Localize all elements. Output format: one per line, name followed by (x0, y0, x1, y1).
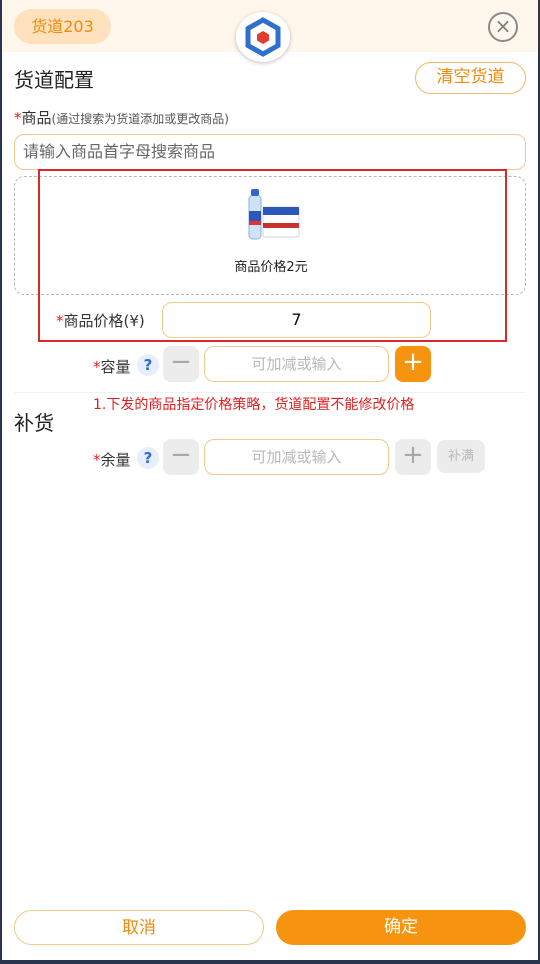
price-label: *商品价格(¥) (56, 310, 145, 331)
price-label-text: 商品价格(¥) (63, 312, 145, 330)
close-button[interactable]: × (488, 12, 518, 42)
restock-title: 补货 (14, 411, 54, 435)
clear-lane-button[interactable]: 清空货道 (415, 62, 526, 94)
required-mark: * (93, 451, 101, 469)
capacity-help-icon[interactable]: ? (137, 354, 159, 376)
remaining-minus-button[interactable]: − (163, 439, 199, 475)
capacity-minus-button[interactable]: − (163, 346, 199, 382)
remaining-help-icon[interactable]: ? (137, 447, 159, 469)
app-logo (236, 12, 290, 62)
required-mark: * (93, 358, 101, 376)
capacity-label-text: 容量 (100, 358, 131, 376)
capacity-plus-button[interactable]: + (395, 346, 431, 382)
capacity-label: *容量 (93, 356, 131, 377)
remaining-plus-button[interactable]: + (395, 439, 431, 475)
close-icon: × (494, 14, 512, 38)
remaining-label: *余量 (93, 449, 131, 470)
section-divider (14, 392, 526, 393)
confirm-button[interactable]: 确定 (276, 910, 526, 945)
remaining-label-text: 余量 (100, 451, 131, 469)
fill-up-button[interactable]: 补满 (437, 440, 485, 473)
goods-search-input[interactable]: 请输入商品首字母搜索商品 (14, 134, 526, 170)
required-mark: * (56, 312, 64, 330)
required-mark: * (14, 109, 22, 127)
price-input[interactable]: 7 (162, 302, 431, 338)
lane-config-title: 货道配置 (14, 68, 94, 92)
hexagon-logo-icon (245, 17, 281, 57)
cancel-button[interactable]: 取消 (14, 910, 264, 945)
capacity-input[interactable]: 可加减或输入 (204, 346, 389, 382)
goods-hint: (通过搜索为货道添加或更改商品) (51, 112, 229, 126)
goods-label: *商品(通过搜索为货道添加或更改商品) (14, 107, 229, 128)
goods-label-text: 商品 (21, 109, 52, 127)
lane-number-badge: 货道203 (14, 9, 111, 44)
remaining-input[interactable]: 可加减或输入 (204, 439, 389, 475)
price-policy-note: 1.下发的商品指定价格策略，货道配置不能修改价格 (93, 397, 415, 413)
